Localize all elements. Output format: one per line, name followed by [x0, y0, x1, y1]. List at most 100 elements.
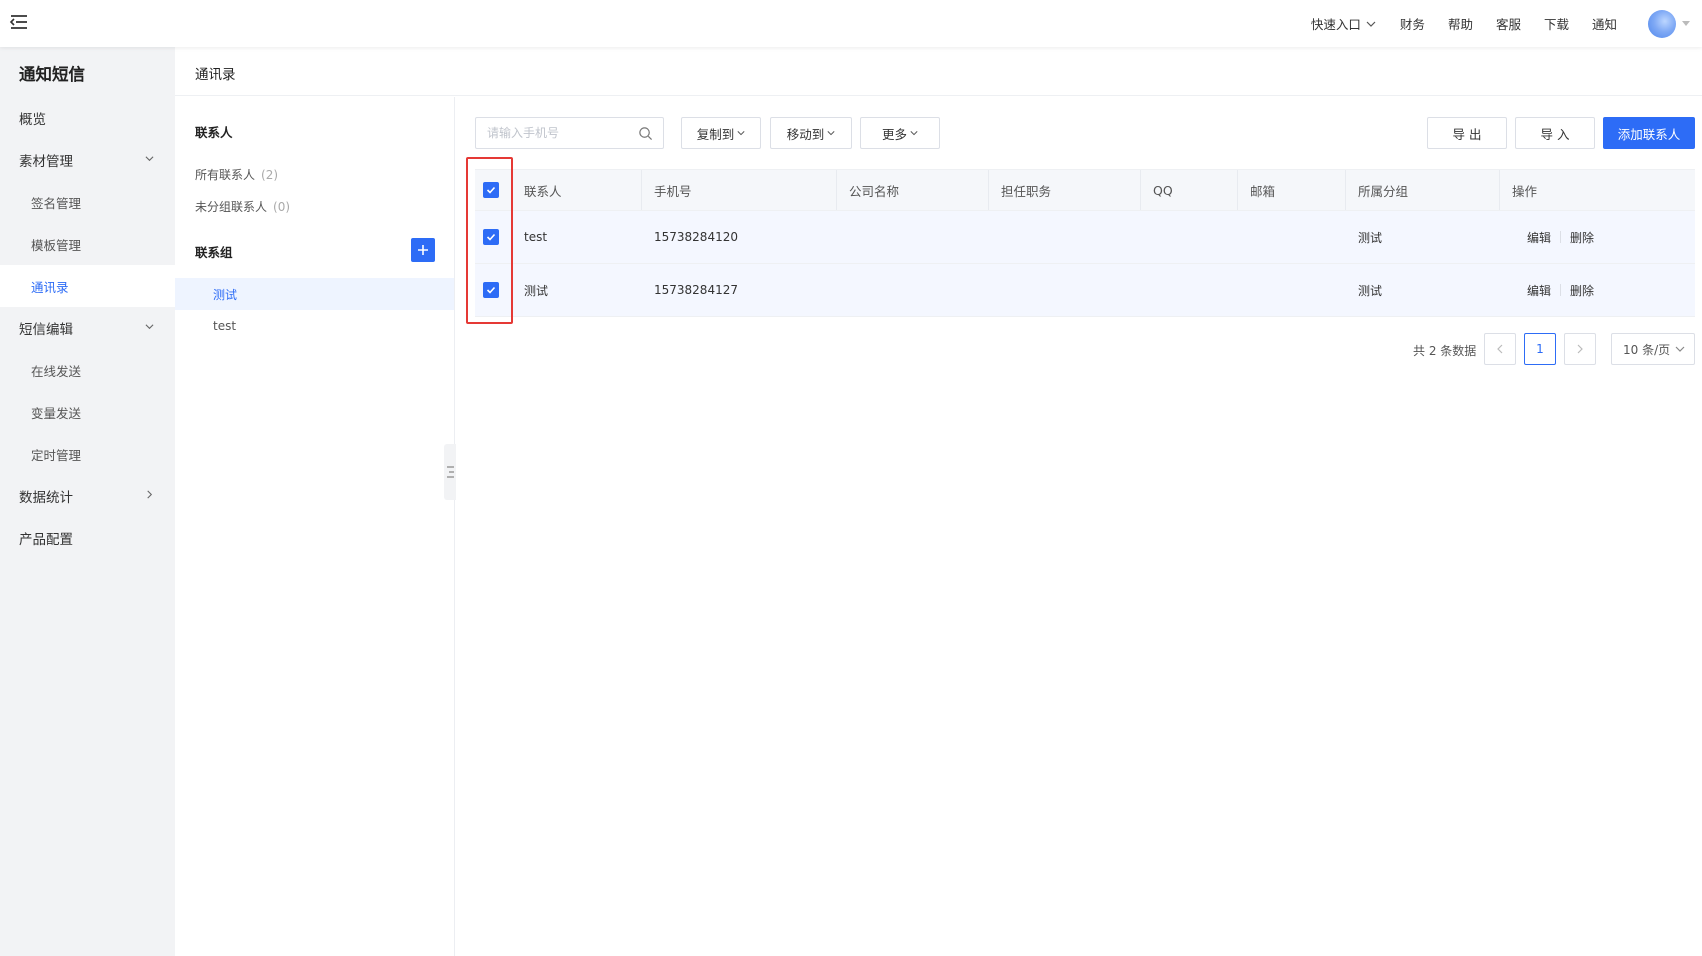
all-contacts-count: (2): [261, 168, 279, 182]
sidebar-item-address-book[interactable]: 通讯录: [0, 265, 175, 307]
sidebar-item-label: 变量发送: [31, 405, 82, 421]
next-page-button[interactable]: [1564, 333, 1596, 365]
page-number-button[interactable]: 1: [1524, 333, 1556, 365]
chevron-right-icon: [1577, 344, 1583, 354]
actions-cell: 编辑 删除: [1500, 211, 1695, 263]
chevron-down-icon: [145, 156, 154, 162]
select-all-cell: [475, 170, 512, 210]
check-icon: [486, 286, 496, 294]
notification-link[interactable]: 通知: [1592, 14, 1617, 33]
sidebar-item-signatures[interactable]: 签名管理: [0, 181, 175, 223]
edit-button[interactable]: 编辑: [1527, 229, 1551, 246]
panel-collapse-handle[interactable]: [444, 444, 456, 500]
sidebar-item-label: 通讯录: [31, 279, 69, 295]
group-item[interactable]: 测试: [175, 278, 454, 310]
ungrouped-contacts-count: (0): [273, 200, 291, 214]
row-checkbox[interactable]: [483, 229, 499, 245]
menu-toggle-icon[interactable]: [8, 12, 30, 32]
column-header-qq[interactable]: QQ: [1141, 170, 1238, 210]
top-links: 快速入口 财务 帮助 客服 下载 通知: [1311, 0, 1702, 47]
chevron-down-icon: [910, 131, 918, 136]
column-header-contact[interactable]: 联系人: [512, 170, 642, 210]
sidebar-item-label: 签名管理: [31, 195, 82, 211]
page-size-select[interactable]: 10 条/页: [1611, 333, 1695, 365]
pagination-total: 共 2 条数据: [1413, 344, 1477, 358]
sidebar-title: 通知短信: [19, 65, 85, 84]
support-link[interactable]: 客服: [1496, 14, 1521, 33]
sidebar-item-label: 在线发送: [31, 363, 82, 379]
more-dropdown[interactable]: 更多: [860, 117, 940, 149]
company-cell: [837, 211, 989, 263]
chevron-down-icon: [1675, 346, 1685, 352]
column-header-phone[interactable]: 手机号: [642, 170, 837, 210]
ungrouped-contacts-item[interactable]: 未分组联系人 (0): [195, 198, 290, 215]
top-bar: 快速入口 财务 帮助 客服 下载 通知: [0, 0, 1702, 47]
add-group-button[interactable]: [411, 238, 435, 262]
job-title-cell: [989, 264, 1141, 316]
column-header-company[interactable]: 公司名称: [837, 170, 989, 210]
column-header-actions: 操作: [1512, 183, 1538, 199]
prev-page-button[interactable]: [1484, 333, 1516, 365]
quick-entry-label: 快速入口: [1310, 17, 1361, 32]
add-contact-button[interactable]: 添加联系人: [1603, 117, 1695, 149]
finance-link[interactable]: 财务: [1400, 14, 1425, 33]
ungrouped-contacts-label: 未分组联系人: [195, 200, 268, 214]
download-link[interactable]: 下载: [1544, 14, 1569, 33]
sidebar-item-templates[interactable]: 模板管理: [0, 223, 175, 265]
sidebar-item-label: 数据统计: [19, 490, 73, 506]
sidebar-item-sms-edit[interactable]: 短信编辑: [0, 307, 175, 349]
column-header-email[interactable]: 邮箱: [1238, 170, 1346, 210]
sidebar-item-statistics[interactable]: 数据统计: [0, 475, 175, 517]
sidebar-item-online-send[interactable]: 在线发送: [0, 349, 175, 391]
user-menu[interactable]: [1648, 9, 1690, 38]
copy-to-dropdown[interactable]: 复制到: [681, 117, 761, 149]
chevron-down-icon: [737, 131, 745, 136]
sidebar-item-product-config[interactable]: 产品配置: [0, 517, 175, 559]
sidebar-item-variable-send[interactable]: 变量发送: [0, 391, 175, 433]
chevron-down-icon: [827, 131, 835, 136]
import-button[interactable]: 导 入: [1515, 117, 1595, 149]
export-button[interactable]: 导 出: [1427, 117, 1507, 149]
search-icon[interactable]: [638, 126, 653, 141]
column-header-job-title[interactable]: 担任职务: [989, 170, 1141, 210]
avatar: [1648, 9, 1676, 38]
delete-button[interactable]: 删除: [1570, 229, 1594, 246]
sidebar-item-overview[interactable]: 概览: [0, 97, 175, 139]
move-to-dropdown[interactable]: 移动到: [770, 117, 852, 149]
phone-search: [475, 117, 664, 149]
all-contacts-item[interactable]: 所有联系人 (2): [195, 166, 278, 183]
all-contacts-label: 所有联系人: [195, 168, 256, 182]
phone-cell: 15738284120: [654, 230, 738, 244]
page-size-label: 10 条/页: [1623, 342, 1671, 357]
row-checkbox[interactable]: [483, 282, 499, 298]
action-divider: [1560, 284, 1562, 296]
groups-heading: 联系组: [195, 245, 233, 260]
chevron-down-icon: [1366, 21, 1376, 27]
row-select-cell: [475, 211, 512, 263]
content-header: 通讯录: [175, 47, 1702, 96]
job-title-cell: [989, 211, 1141, 263]
quick-entry-dropdown[interactable]: 快速入口: [1311, 14, 1376, 33]
check-icon: [486, 233, 496, 241]
sidebar-item-label: 模板管理: [31, 237, 82, 253]
group-item-label: 测试: [213, 287, 238, 302]
select-all-checkbox[interactable]: [483, 182, 499, 198]
copy-to-label: 复制到: [696, 126, 735, 142]
delete-button[interactable]: 删除: [1570, 282, 1594, 299]
qq-cell: [1141, 264, 1238, 316]
group-cell: 测试: [1358, 283, 1383, 298]
column-header-group[interactable]: 所属分组: [1346, 170, 1500, 210]
email-cell: [1238, 211, 1346, 263]
email-cell: [1238, 264, 1346, 316]
phone-search-input[interactable]: [476, 118, 626, 148]
phone-cell: 15738284127: [654, 283, 738, 297]
action-divider: [1560, 231, 1562, 243]
group-cell: 测试: [1358, 230, 1383, 245]
collapse-icon: [447, 466, 454, 478]
edit-button[interactable]: 编辑: [1527, 282, 1551, 299]
help-link[interactable]: 帮助: [1448, 14, 1473, 33]
group-item[interactable]: test: [175, 310, 454, 342]
page-title: 通讯录: [195, 67, 236, 83]
sidebar-item-materials[interactable]: 素材管理: [0, 139, 175, 181]
sidebar-item-scheduled[interactable]: 定时管理: [0, 433, 175, 475]
